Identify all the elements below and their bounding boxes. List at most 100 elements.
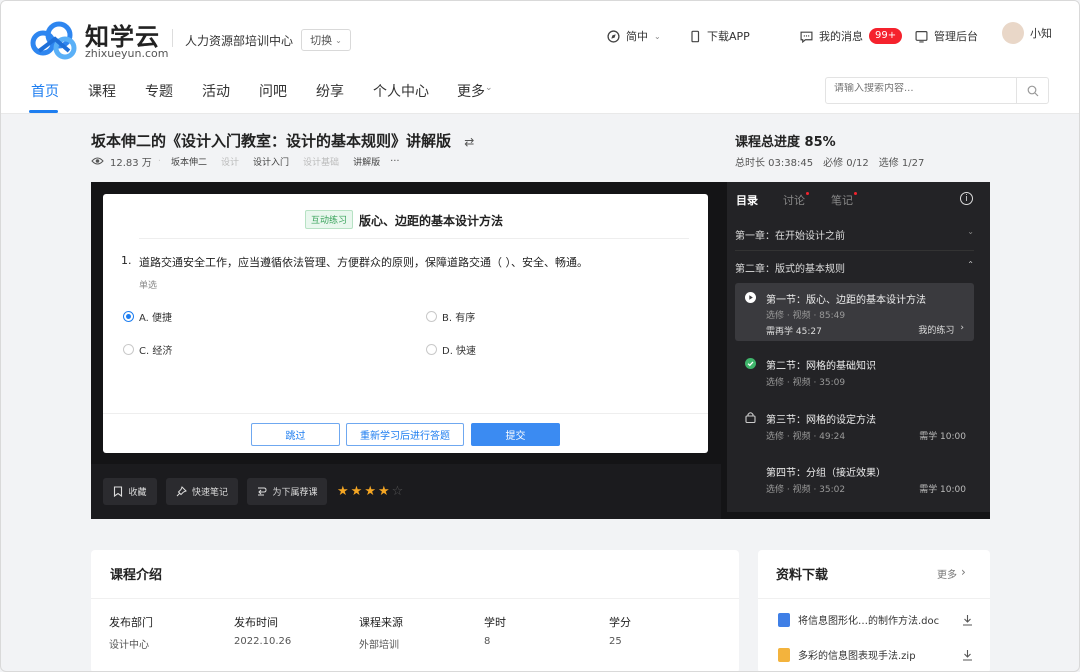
- chevron-down-icon: ⌄: [654, 31, 661, 41]
- course-intro-title: 课程介绍: [110, 568, 163, 583]
- submit-button[interactable]: 提交: [471, 423, 560, 446]
- share-icon: [258, 487, 267, 496]
- option-a[interactable]: A. 便捷: [123, 309, 172, 324]
- section-title: 第三节：网格的设定方法: [766, 415, 876, 426]
- tab-discussion[interactable]: 讨论: [783, 192, 809, 208]
- course-tag[interactable]: 坂本伸二: [167, 155, 211, 168]
- nav-item-profile[interactable]: 个人中心: [373, 81, 457, 101]
- recommend-button[interactable]: 为下属荐课: [247, 478, 327, 505]
- star-empty-icon[interactable]: ☆: [392, 484, 404, 499]
- nav-active-indicator: [29, 110, 58, 113]
- chevron-down-icon: ⌄: [967, 227, 974, 236]
- download-app-link[interactable]: 下载APP: [689, 27, 750, 45]
- option-b[interactable]: B. 有序: [426, 309, 475, 324]
- section-item-4[interactable]: 第四节：分组（接近效果） 选修 · 视频 · 35:02 需学 10:00: [735, 458, 974, 502]
- nav-item-topics[interactable]: 专题: [145, 81, 202, 101]
- star-filled-icon[interactable]: ★: [337, 484, 349, 499]
- rating-stars[interactable]: ★ ★ ★ ★ ☆: [337, 484, 403, 499]
- unread-dot: [806, 192, 809, 195]
- download-icon[interactable]: [962, 614, 973, 626]
- required-time: 需学 10:00: [919, 432, 966, 442]
- quiz-heading: 版心、边距的基本设计方法: [359, 214, 504, 228]
- radio: [426, 311, 437, 322]
- file-item[interactable]: 将信息图形化…的制作方法.doc: [778, 612, 973, 627]
- course-tag[interactable]: 设计入门: [249, 155, 293, 168]
- field-label: 课程来源: [359, 616, 403, 629]
- course-tag[interactable]: 讲解版: [349, 155, 384, 168]
- star-filled-icon[interactable]: ★: [351, 484, 363, 499]
- relearn-button[interactable]: 重新学习后进行答题: [346, 423, 464, 446]
- file-item[interactable]: 多彩的信息图表现手法.zip: [778, 647, 973, 662]
- my-practice-label: 我的练习: [918, 326, 955, 336]
- section-item-3[interactable]: 第三节：网格的设定方法 选修 · 视频 · 49:24 需学 10:00: [735, 405, 974, 449]
- chapter-2[interactable]: 第二章：版式的基本规则 ⌃: [735, 260, 974, 275]
- main-nav: 首页 课程 专题 活动 问吧 纷享 个人中心 更多 ⌄: [31, 81, 493, 101]
- pin-icon: [176, 486, 187, 497]
- eye-icon: [91, 157, 104, 165]
- option-label: D. 快速: [442, 346, 477, 357]
- view-count: 12.83 万: [110, 157, 152, 169]
- nav-item-activities[interactable]: 活动: [202, 81, 259, 101]
- admin-label: 管理后台: [934, 30, 978, 43]
- nav-item-more[interactable]: 更多: [457, 81, 485, 101]
- divider: [91, 598, 739, 599]
- chapter-1[interactable]: 第一章：在开始设计之前 ⌄: [735, 227, 974, 242]
- remaining-time: 需再学 45:27: [766, 327, 822, 337]
- section-item-1[interactable]: 第一节：版心、边距的基本设计方法 选修 · 视频 · 85:49 需再学 45:…: [735, 283, 974, 341]
- quick-note-button[interactable]: 快速笔记: [166, 478, 238, 505]
- divider: [103, 413, 708, 414]
- language-selector[interactable]: 简中 ⌄: [607, 27, 661, 45]
- downloads-more-link[interactable]: 更多 ›: [937, 566, 966, 581]
- search-input[interactable]: [834, 83, 1014, 94]
- nav-item-qa[interactable]: 问吧: [259, 81, 316, 101]
- app-window: 知学云 zhixueyun.com 人力资源部培训中心 切换 ⌄ 简中 ⌄ 下载…: [0, 0, 1080, 672]
- unread-dot: [854, 192, 857, 195]
- user-menu[interactable]: 小知: [1002, 22, 1052, 44]
- option-label: A. 便捷: [139, 313, 173, 324]
- chevron-down-icon: ⌄: [485, 83, 493, 93]
- favorite-button[interactable]: 收藏: [103, 478, 157, 505]
- switch-org-button[interactable]: 切换 ⌄: [301, 29, 351, 51]
- section-meta: 选修 · 视频 · 35:02: [766, 485, 846, 495]
- messages-link[interactable]: 我的消息 99+: [800, 27, 903, 45]
- download-icon[interactable]: [962, 649, 973, 661]
- skip-button[interactable]: 跳过: [251, 423, 340, 446]
- section-title: 第一节：版心、边距的基本设计方法: [766, 295, 926, 306]
- language-label: 简中: [626, 30, 648, 43]
- admin-link[interactable]: 管理后台: [915, 27, 978, 45]
- star-filled-icon[interactable]: ★: [364, 484, 376, 499]
- my-practice-link[interactable]: 我的练习 ›: [918, 323, 964, 336]
- field-value: 外部培训: [359, 640, 399, 651]
- section-item-2[interactable]: 第二节：网格的基础知识 选修 · 视频 · 35:09: [735, 351, 974, 395]
- question-text: 道路交通安全工作，应当遵循依法管理、方便群众的原则，保障道路交通（ ）、安全、畅…: [139, 256, 588, 269]
- info-icon[interactable]: i: [960, 192, 973, 205]
- more-tags-button[interactable]: ···: [390, 156, 400, 167]
- tab-catalog[interactable]: 目录: [736, 192, 758, 208]
- radio-selected: [123, 311, 134, 322]
- chevron-down-icon: ⌄: [335, 35, 342, 45]
- nav-item-home[interactable]: 首页: [31, 81, 88, 101]
- course-progress-details: 总时长 03:38:45 必修 0/12 选修 1/27: [735, 154, 924, 169]
- swap-icon[interactable]: ⇄: [464, 135, 474, 149]
- quiz-type-badge: 互动练习: [305, 210, 354, 229]
- section-meta: 选修 · 视频 · 35:09: [766, 378, 846, 388]
- lock-icon: [745, 412, 756, 423]
- chevron-up-icon: ⌃: [967, 260, 974, 269]
- course-title: 坂本伸二的《设计入门教室：设计的基本规则》讲解版 ⇄: [91, 130, 474, 151]
- star-filled-icon[interactable]: ★: [378, 484, 390, 499]
- option-c[interactable]: C. 经济: [123, 342, 172, 357]
- search-button[interactable]: [1016, 78, 1048, 103]
- course-tag[interactable]: 设计: [217, 155, 243, 168]
- option-d[interactable]: D. 快速: [426, 342, 476, 357]
- file-name: 多彩的信息图表现手法.zip: [798, 651, 916, 662]
- admin-icon: [915, 30, 928, 43]
- nav-item-share[interactable]: 纷享: [316, 81, 373, 101]
- course-tag[interactable]: 设计基础: [299, 155, 343, 168]
- favorite-label: 收藏: [128, 488, 147, 498]
- check-circle-icon: [745, 358, 756, 369]
- course-title-text: 坂本伸二的《设计入门教室：设计的基本规则》讲解版: [91, 132, 452, 150]
- field-value: 设计中心: [109, 640, 149, 651]
- nav-item-courses[interactable]: 课程: [88, 81, 145, 101]
- course-intro-panel: [91, 550, 739, 671]
- tab-notes[interactable]: 笔记: [831, 192, 857, 208]
